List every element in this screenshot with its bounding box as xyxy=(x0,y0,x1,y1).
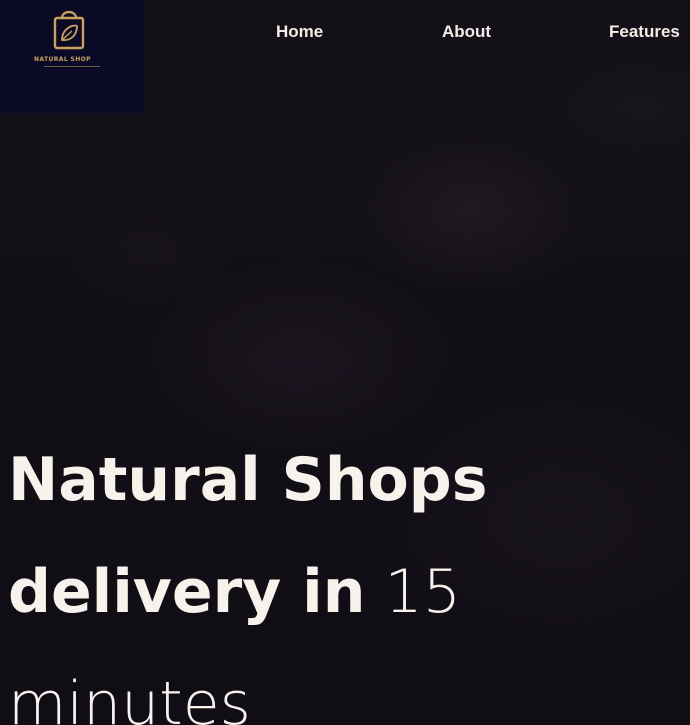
headline-line-1: Natural Shops xyxy=(8,424,688,536)
headline-time-unit: minutes xyxy=(8,669,251,725)
brand-logo[interactable]: NATURAL SHOP xyxy=(0,0,144,113)
headline-line-3: minutes xyxy=(8,648,688,725)
headline-brand-text: Natural Shops xyxy=(8,445,488,515)
nav-about-link[interactable]: About xyxy=(442,22,491,42)
headline-delivery-time: 15 xyxy=(384,557,461,627)
nav-features-link[interactable]: Features xyxy=(609,22,680,42)
brand-tagline-rule xyxy=(44,66,100,67)
shopping-bag-leaf-icon xyxy=(53,10,85,50)
nav-home-link[interactable]: Home xyxy=(276,22,323,42)
headline-line-2: delivery in 15 xyxy=(8,536,688,648)
brand-name: NATURAL SHOP xyxy=(34,56,91,63)
headline-delivery-text: delivery in xyxy=(8,557,366,627)
hero-headline: Natural Shops delivery in 15 minutes xyxy=(8,424,688,725)
